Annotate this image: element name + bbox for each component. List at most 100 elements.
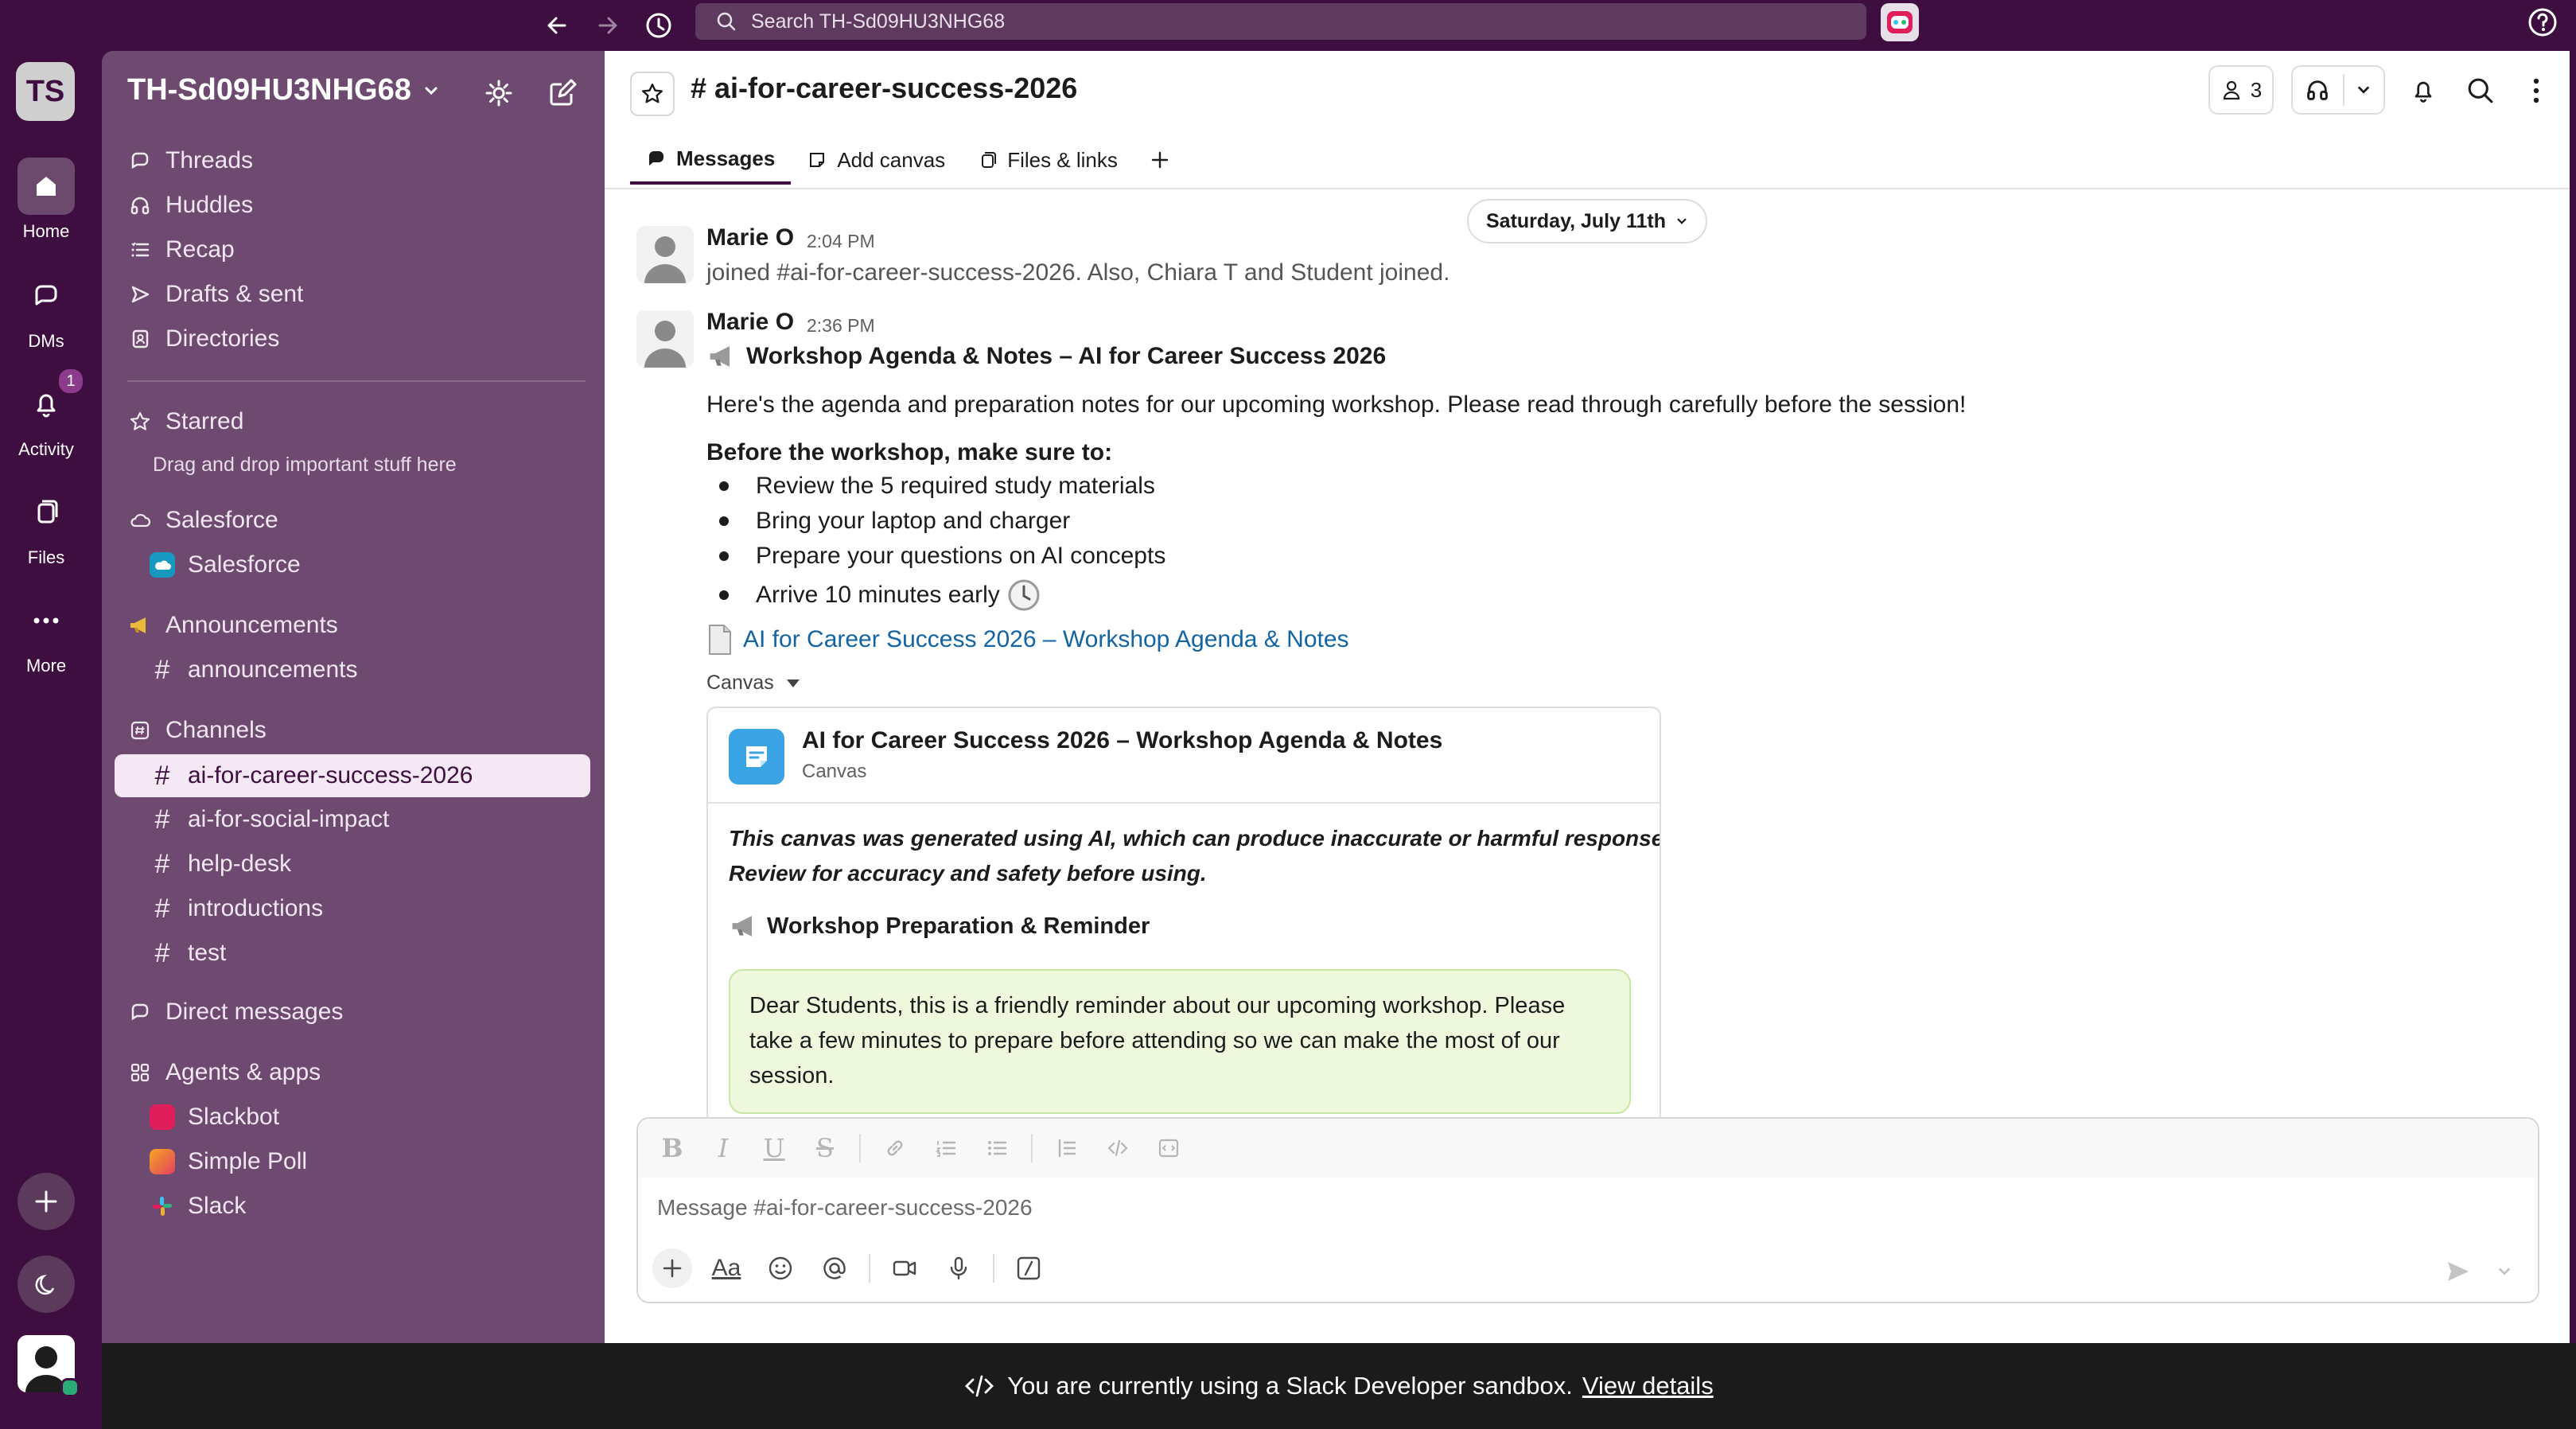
sidebar-item-salesforce[interactable]: Salesforce [150,544,301,586]
sidebar-item-threads[interactable]: Threads [127,140,253,181]
sidebar-item-directories[interactable]: Directories [127,318,279,360]
date-label: Saturday, July 11th [1485,209,1666,232]
code-icon[interactable] [1101,1131,1134,1165]
canvas-link[interactable]: AI for Career Success 2026 – Workshop Ag… [706,624,1349,656]
sidebar-item-help-desk[interactable]: # help-desk [150,843,292,885]
send-icon [127,283,153,306]
ordered-list-icon[interactable] [929,1131,963,1165]
add-tab-plus-icon[interactable] [1134,135,1186,185]
microphone-icon[interactable] [939,1248,979,1288]
workspace-menu[interactable]: TH-Sd09HU3NHG68 [127,73,440,107]
sidebar-item-simple-poll[interactable]: Simple Poll [150,1141,307,1182]
rail-dms[interactable]: DMs [0,267,92,352]
video-icon[interactable] [885,1248,924,1288]
chevron-down-icon[interactable] [2344,82,2383,98]
italic-icon[interactable]: I [706,1131,740,1165]
rail-more-label: More [25,656,67,676]
composer-placeholder[interactable]: Message #ai-for-career-success-2026 [657,1195,1033,1221]
compose-icon[interactable] [543,73,582,113]
sidebar-section-salesforce[interactable]: Salesforce [127,500,278,541]
formatting-aa-icon[interactable]: Aa [706,1248,746,1288]
rail-more[interactable]: More [0,592,92,676]
help-icon[interactable] [2527,6,2562,41]
sidebar-item-introductions[interactable]: # introductions [150,888,324,929]
sidebar-item-slack[interactable]: Slack [150,1186,246,1227]
strikethrough-icon[interactable]: S [808,1131,842,1165]
slackbot-ai-icon[interactable] [1881,3,1919,41]
members-button[interactable]: 3 [2208,65,2274,115]
canvas-link-text[interactable]: AI for Career Success 2026 – Workshop Ag… [743,626,1349,653]
search-icon[interactable] [2461,72,2500,110]
attachment-toggle[interactable]: Canvas [706,672,801,695]
sidebar-item-drafts[interactable]: Drafts & sent [127,274,303,315]
sidebar-item-huddles[interactable]: Huddles [127,185,253,226]
workspace-rail: TS Home DMs Activity 1 Files More [0,51,102,1429]
attach-plus-icon[interactable] [652,1248,692,1288]
code-block-icon[interactable] [1152,1131,1185,1165]
link-icon[interactable] [878,1131,912,1165]
sidebar-item-ai-for-career-success-2026[interactable]: # ai-for-career-success-2026 [115,754,590,797]
star-icon [127,411,153,433]
notifications-bell-icon[interactable] [2404,72,2442,110]
date-divider[interactable]: Saturday, July 11th [1467,199,1707,243]
slackbot-icon [150,1104,175,1130]
forward-arrow-icon[interactable] [589,6,627,45]
tab-files-links[interactable]: Files & links [961,135,1134,185]
sidebar-section-starred[interactable]: Starred [127,401,243,442]
tab-messages[interactable]: Messages [630,135,792,185]
headline-text: Workshop Agenda & Notes – AI for Career … [746,343,1387,369]
sidebar-section-agents-apps[interactable]: Agents & apps [127,1052,321,1093]
sandbox-banner: You are currently using a Slack Develope… [102,1343,2576,1429]
blockquote-icon[interactable] [1050,1131,1084,1165]
sidebar-section-channels[interactable]: Channels [127,710,267,751]
list-item: Bring your laptop and charger [719,508,1070,535]
bold-icon[interactable]: B [656,1131,689,1165]
dark-mode-moon-icon[interactable] [18,1256,75,1313]
send-options-chevron-icon[interactable] [2492,1259,2517,1284]
simple-poll-icon [150,1149,175,1174]
hash-icon: # [154,893,170,924]
avatar[interactable] [636,310,694,368]
section-title-text: Workshop Preparation & Reminder [767,913,1150,939]
emoji-icon[interactable] [761,1248,800,1288]
workspace-avatar[interactable]: TS [16,62,75,121]
megaphone-icon [710,346,730,367]
history-clock-icon[interactable] [640,6,678,45]
mention-icon[interactable] [815,1248,854,1288]
add-workspace-icon[interactable] [18,1173,75,1230]
search-bar[interactable]: Search TH-Sd09HU3NHG68 [695,3,1866,40]
sidebar-item-announcements[interactable]: # announcements [150,649,358,691]
message-composer[interactable]: B I U S Message #ai-for-career-success-2… [636,1117,2539,1303]
sidebar-item-recap[interactable]: Recap [127,229,235,271]
sidebar-section-announcements[interactable]: Announcements [127,605,338,646]
rail-home[interactable]: Home [0,158,92,242]
underline-icon[interactable]: U [757,1131,791,1165]
canvas-preview-card[interactable]: AI for Career Success 2026 – Workshop Ag… [706,707,1661,1123]
settings-gear-icon[interactable] [479,73,519,113]
tab-label: Add canvas [837,147,946,172]
star-channel-button[interactable] [630,72,675,116]
message-time[interactable]: 2:36 PM [807,315,875,337]
tab-add-canvas[interactable]: Add canvas [791,135,961,185]
sidebar-item-label: introductions [188,895,324,921]
avatar[interactable] [636,226,694,283]
list-item-text: Arrive 10 minutes early [756,582,1000,608]
view-details-link[interactable]: View details [1582,1372,1714,1400]
sidebar-section-direct-messages[interactable]: Direct messages [127,991,343,1033]
channel-title[interactable]: # ai-for-career-success-2026 [691,72,1077,105]
workspace-name: TH-Sd09HU3NHG68 [127,73,411,107]
send-icon[interactable] [2441,1256,2476,1287]
message-intro: Here's the agenda and preparation notes … [706,391,1967,418]
message-author[interactable]: Marie O [706,224,794,251]
message-time[interactable]: 2:04 PM [807,231,875,252]
sidebar-item-slackbot[interactable]: Slackbot [150,1096,279,1138]
kebab-menu-icon[interactable] [2517,72,2555,110]
slash-command-icon[interactable] [1009,1248,1049,1288]
sidebar-item-ai-for-social-impact[interactable]: # ai-for-social-impact [150,799,390,840]
huddle-button[interactable] [2291,65,2385,115]
message-author[interactable]: Marie O [706,309,794,336]
rail-files[interactable]: Files [0,484,92,568]
back-arrow-icon[interactable] [538,6,576,45]
sidebar-item-test[interactable]: # test [150,933,227,974]
bulleted-list-icon[interactable] [980,1131,1014,1165]
